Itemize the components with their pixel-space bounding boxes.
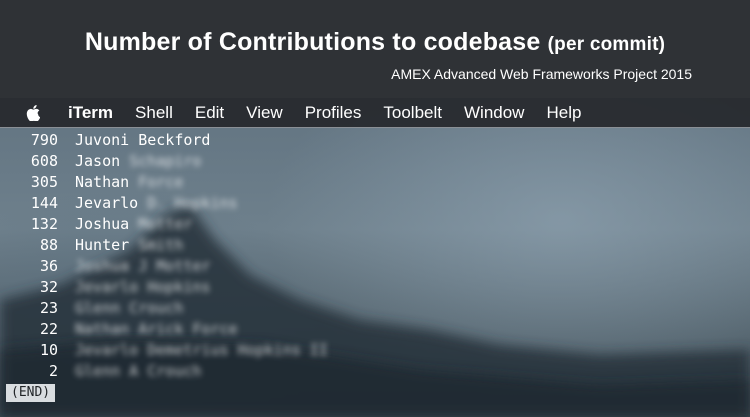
title-main: Number of Contributions to codebase — [84, 28, 541, 56]
page-subtitle: AMEX Advanced Web Frameworks Project 201… — [391, 66, 692, 82]
contributor-name: Juvoni Beckford — [75, 130, 210, 151]
contributor-name: Hunter Smith — [75, 235, 183, 256]
contributor-row: 305 Nathan Force — [0, 172, 750, 193]
terminal-output: 790 Juvoni Beckford 608 Jason Schapiro 3… — [0, 130, 750, 382]
first-name: Hunter — [75, 236, 130, 254]
commit-count: 36 — [39, 257, 58, 275]
contributor-row: 608 Jason Schapiro — [0, 151, 750, 172]
contributor-row: 23 Glenn Crouch — [0, 298, 750, 319]
blurred-name: Glenn A Crouch — [75, 362, 202, 380]
menu-view[interactable]: View — [246, 103, 283, 123]
contributor-row: 790 Juvoni Beckford — [0, 130, 750, 151]
blurred-last-name: Schapiro — [129, 152, 202, 170]
contributor-name: Glenn A Crouch — [75, 361, 201, 382]
commit-count: 790 — [30, 131, 58, 149]
contributor-name: Jevarlo Demetrius Hopkins II — [75, 340, 328, 361]
menu-profiles[interactable]: Profiles — [305, 103, 362, 123]
contributor-name: Glenn Crouch — [75, 298, 183, 319]
title-banner: Number of Contributions to codebase (per… — [0, 0, 750, 98]
commit-count: 88 — [39, 236, 58, 254]
first-name: Nathan — [75, 173, 130, 191]
commit-count: 23 — [39, 299, 58, 317]
title-suffix: (per commit) — [547, 34, 666, 55]
blurred-last-name: Motter — [138, 215, 193, 233]
commit-count: 608 — [30, 152, 58, 170]
menu-window[interactable]: Window — [464, 103, 524, 123]
commit-count: 22 — [39, 320, 58, 338]
commit-count: 10 — [39, 341, 58, 359]
blurred-last-name: Force — [138, 173, 184, 191]
commit-count: 305 — [30, 173, 58, 191]
menu-iterm[interactable]: iTerm — [68, 103, 113, 123]
blurred-last-name: D. Hopkins — [147, 194, 238, 212]
last-name: Beckford — [138, 131, 211, 149]
blurred-name: Jevarlo Hopkins — [75, 278, 211, 296]
first-name: Joshua — [75, 215, 130, 233]
contributor-row: 144 Jevarlo D. Hopkins — [0, 193, 750, 214]
contributor-row: 2 Glenn A Crouch — [0, 361, 750, 382]
menu-shell[interactable]: Shell — [135, 103, 173, 123]
commit-count: 2 — [48, 362, 58, 380]
blurred-name: Joshua J Motter — [75, 257, 211, 275]
pager-end-marker: (END) — [6, 384, 56, 402]
commit-count: 32 — [39, 278, 58, 296]
first-name: Jason — [75, 152, 121, 170]
blurred-name: Nathan Arick Force — [75, 320, 238, 338]
contributor-row: 132 Joshua Motter — [0, 214, 750, 235]
contributor-name: Nathan Force — [75, 172, 183, 193]
contributor-name: Joshua Motter — [75, 214, 192, 235]
mac-menubar: iTerm Shell Edit View Profiles Toolbelt … — [0, 98, 750, 128]
blurred-name: Glenn Crouch — [75, 299, 184, 317]
menu-toolbelt[interactable]: Toolbelt — [383, 103, 442, 123]
contributor-name: Joshua J Motter — [75, 256, 210, 277]
apple-icon[interactable] — [26, 104, 40, 121]
contributor-row: 36 Joshua J Motter — [0, 256, 750, 277]
contributor-row: 32 Jevarlo Hopkins — [0, 277, 750, 298]
contributor-name: Jevarlo D. Hopkins — [75, 193, 238, 214]
commit-count: 132 — [30, 215, 58, 233]
page-title: Number of Contributions to codebase (per… — [0, 28, 750, 57]
menu-edit[interactable]: Edit — [195, 103, 224, 123]
contributor-name: Nathan Arick Force — [75, 319, 238, 340]
contributor-name: Jevarlo Hopkins — [75, 277, 210, 298]
blurred-last-name: Smith — [138, 236, 184, 254]
contributor-row: 10 Jevarlo Demetrius Hopkins II — [0, 340, 750, 361]
contributor-row: 22 Nathan Arick Force — [0, 319, 750, 340]
first-name: Jevarlo — [75, 194, 139, 212]
contributor-row: 88 Hunter Smith — [0, 235, 750, 256]
contributor-name: Jason Schapiro — [75, 151, 201, 172]
commit-count: 144 — [30, 194, 58, 212]
menu-help[interactable]: Help — [546, 103, 581, 123]
first-name: Juvoni — [75, 131, 130, 149]
blurred-name: Jevarlo Demetrius Hopkins II — [75, 341, 328, 359]
